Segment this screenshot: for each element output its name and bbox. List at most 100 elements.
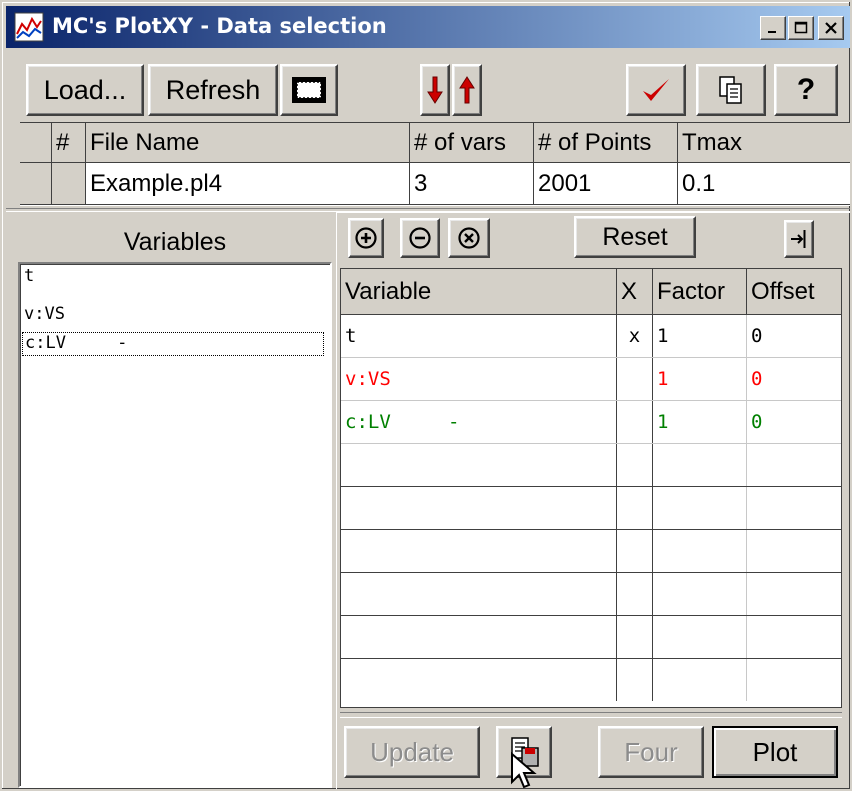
factor-cell[interactable] <box>653 616 747 658</box>
points-cell: 2001 <box>534 163 678 204</box>
move-down-button[interactable] <box>420 64 450 116</box>
circle-minus-icon <box>409 227 431 249</box>
variable-cell: t <box>341 315 617 357</box>
variable-cell: c:LV - <box>341 401 617 443</box>
row-handle-header <box>20 123 52 162</box>
x-axis-cell[interactable] <box>617 444 653 486</box>
table-row[interactable]: c:LV - 10 <box>341 401 841 444</box>
factor-cell[interactable]: 1 <box>653 315 747 357</box>
x-axis-cell[interactable] <box>617 573 653 615</box>
list-item[interactable]: t <box>24 266 34 286</box>
factor-cell[interactable] <box>653 659 747 701</box>
copy-pages-icon <box>719 76 742 104</box>
row-handle[interactable] <box>20 163 52 204</box>
confirm-button[interactable] <box>626 64 686 116</box>
offset-cell[interactable]: 0 <box>747 315 841 357</box>
title-bar[interactable]: MC's PlotXY - Data selection <box>6 6 850 48</box>
x-axis-cell[interactable] <box>617 487 653 529</box>
table-row[interactable] <box>341 530 841 573</box>
table-row[interactable] <box>341 444 841 487</box>
arrow-to-bar-icon <box>791 230 806 248</box>
col-offset-header: Offset <box>747 269 841 314</box>
col-index-header: # <box>52 123 86 162</box>
x-axis-cell[interactable] <box>617 616 653 658</box>
x-axis-cell[interactable]: x <box>617 315 653 357</box>
collapse-panel-button[interactable] <box>784 220 814 258</box>
variable-cell <box>341 573 617 615</box>
x-axis-cell[interactable] <box>617 659 653 701</box>
file-name-cell[interactable]: Example.pl4 <box>86 163 410 204</box>
selection-grid-header: Variable X Factor Offset <box>341 269 841 315</box>
col-tmax-header: Tmax <box>678 123 850 162</box>
refresh-button[interactable]: Refresh <box>148 64 278 116</box>
load-button[interactable]: Load... <box>26 64 144 116</box>
factor-cell[interactable] <box>653 573 747 615</box>
circle-plus-icon <box>355 227 377 249</box>
mouse-cursor-icon <box>511 752 537 789</box>
factor-cell[interactable]: 1 <box>653 358 747 400</box>
checkmark-icon <box>643 79 669 101</box>
maximize-icon <box>794 21 808 34</box>
variable-cell: v:VS <box>341 358 617 400</box>
offset-cell[interactable] <box>747 573 841 615</box>
four-button[interactable]: Four <box>598 726 704 778</box>
offset-cell[interactable] <box>747 530 841 572</box>
file-index-cell <box>52 163 86 204</box>
col-points-header: # of Points <box>534 123 678 162</box>
factor-cell[interactable] <box>653 530 747 572</box>
table-row[interactable]: v:VS 1 0 <box>341 358 841 401</box>
file-table-row[interactable]: Example.pl4 3 2001 0.1 <box>20 163 850 205</box>
move-up-button[interactable] <box>452 64 482 116</box>
x-axis-cell[interactable] <box>617 530 653 572</box>
file-table: # File Name # of vars # of Points Tmax E… <box>20 122 850 206</box>
col-variable-header: Variable <box>341 269 617 314</box>
minimize-icon <box>768 31 776 33</box>
offset-cell[interactable]: 0 <box>747 401 841 443</box>
variable-cell <box>341 530 617 572</box>
table-row[interactable] <box>341 616 841 659</box>
table-row[interactable] <box>341 487 841 530</box>
circle-x-icon <box>458 227 480 249</box>
list-item-focused[interactable]: c:LV - <box>22 332 324 356</box>
clear-button[interactable] <box>448 218 490 258</box>
reset-button[interactable]: Reset <box>574 216 696 258</box>
offset-cell[interactable] <box>747 616 841 658</box>
x-axis-cell[interactable] <box>617 358 653 400</box>
help-button[interactable]: ? <box>774 64 838 116</box>
variables-list[interactable]: t v:VS c:LV - <box>18 262 332 788</box>
col-x-header: X <box>617 269 653 314</box>
select-area-button[interactable] <box>280 64 338 116</box>
table-row[interactable] <box>341 659 841 702</box>
zoom-in-button[interactable] <box>348 218 384 258</box>
x-axis-cell[interactable] <box>617 401 653 443</box>
variable-cell <box>341 616 617 658</box>
selection-grid: Variable X Factor Offset t x 1 0 v:VS 1 0 c:LV … <box>340 268 842 708</box>
file-table-header: # File Name # of vars # of Points Tmax <box>20 123 850 163</box>
tmax-cell: 0.1 <box>682 169 716 197</box>
offset-cell[interactable] <box>747 659 841 701</box>
update-button[interactable]: Update <box>344 726 480 778</box>
zoom-out-button[interactable] <box>400 218 440 258</box>
list-item[interactable]: v:VS <box>24 304 65 324</box>
copy-button[interactable] <box>696 64 766 116</box>
minimize-button[interactable] <box>760 16 786 40</box>
maximize-button[interactable] <box>788 16 814 40</box>
table-row[interactable]: tx10 <box>341 315 841 358</box>
col-file-name-header: File Name <box>86 123 410 162</box>
col-factor-header: Factor <box>653 269 747 314</box>
vars-cell: 3 <box>410 163 534 204</box>
plot-button[interactable]: Plot <box>712 726 838 778</box>
factor-cell[interactable] <box>653 487 747 529</box>
window-title: MC's PlotXY - Data selection <box>52 14 387 38</box>
factor-cell[interactable] <box>653 444 747 486</box>
offset-cell[interactable]: 0 <box>747 358 841 400</box>
table-row[interactable] <box>341 573 841 616</box>
offset-cell[interactable] <box>747 487 841 529</box>
close-button[interactable] <box>818 16 844 40</box>
variable-cell <box>341 444 617 486</box>
variable-cell <box>341 487 617 529</box>
app-plot-icon <box>14 12 44 42</box>
main-window: MC's PlotXY - Data selection Load... Ref… <box>0 0 852 791</box>
offset-cell[interactable] <box>747 444 841 486</box>
factor-cell[interactable]: 1 <box>653 401 747 443</box>
